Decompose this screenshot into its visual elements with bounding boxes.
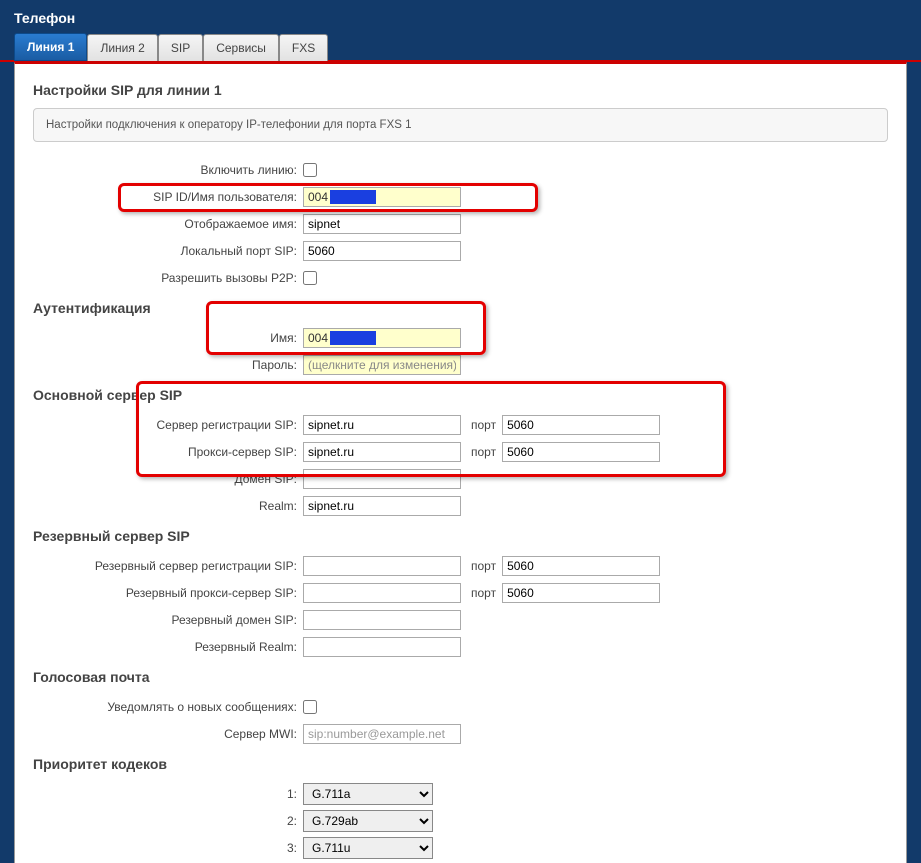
tab-line-2[interactable]: Линия 2 (87, 34, 157, 61)
primary-domain-label: Домен SIP: (33, 472, 303, 486)
sip-id-prefix: 004 (308, 190, 328, 204)
redaction-block (330, 331, 376, 345)
display-name-input[interactable] (303, 214, 461, 234)
display-name-label: Отображаемое имя: (33, 217, 303, 231)
info-box: Настройки подключения к оператору IP-тел… (33, 108, 888, 142)
primary-proxy-port-label: порт (471, 445, 496, 459)
backup-realm-label: Резервный Realm: (33, 640, 303, 654)
tab-services[interactable]: Сервисы (203, 34, 279, 61)
codec-2-label: 2: (33, 814, 303, 828)
primary-domain-input[interactable] (303, 469, 461, 489)
section-title-auth: Аутентификация (33, 300, 888, 316)
codec-3-select[interactable]: G.711u (303, 837, 433, 859)
local-port-label: Локальный порт SIP: (33, 244, 303, 258)
backup-proxy-label: Резервный прокси-сервер SIP: (33, 586, 303, 600)
auth-name-input[interactable]: 004 XXXXX 2 (303, 328, 461, 348)
allow-p2p-checkbox[interactable] (303, 271, 317, 285)
section-title-voicemail: Голосовая почта (33, 669, 888, 685)
codec-1-select[interactable]: G.711a (303, 783, 433, 805)
voicemail-notify-label: Уведомлять о новых сообщениях: (33, 700, 303, 714)
tab-line-1[interactable]: Линия 1 (14, 33, 87, 61)
backup-reg-port-input[interactable] (502, 556, 660, 576)
sip-id-input[interactable]: 004 XXXXX 2 (303, 187, 461, 207)
section-title-backup-server: Резервный сервер SIP (33, 528, 888, 544)
allow-p2p-label: Разрешить вызовы P2P: (33, 271, 303, 285)
primary-reg-server-input[interactable] (303, 415, 461, 435)
mwi-server-input[interactable] (303, 724, 461, 744)
backup-realm-input[interactable] (303, 637, 461, 657)
backup-domain-label: Резервный домен SIP: (33, 613, 303, 627)
auth-password-label: Пароль: (33, 358, 303, 372)
voicemail-notify-checkbox[interactable] (303, 700, 317, 714)
page-title: Телефон (0, 0, 921, 32)
codec-2-select[interactable]: G.729ab (303, 810, 433, 832)
backup-proxy-port-label: порт (471, 586, 496, 600)
primary-proxy-port-input[interactable] (502, 442, 660, 462)
auth-name-label: Имя: (33, 331, 303, 345)
backup-proxy-port-input[interactable] (502, 583, 660, 603)
primary-realm-input[interactable] (303, 496, 461, 516)
section-title-sip-settings: Настройки SIP для линии 1 (33, 82, 888, 98)
enable-line-checkbox[interactable] (303, 163, 317, 177)
primary-proxy-label: Прокси-сервер SIP: (33, 445, 303, 459)
primary-reg-server-label: Сервер регистрации SIP: (33, 418, 303, 432)
tab-fxs[interactable]: FXS (279, 34, 328, 61)
enable-line-label: Включить линию: (33, 163, 303, 177)
backup-reg-server-label: Резервный сервер регистрации SIP: (33, 559, 303, 573)
primary-reg-port-label: порт (471, 418, 496, 432)
sip-id-label: SIP ID/Имя пользователя: (33, 190, 303, 204)
backup-proxy-input[interactable] (303, 583, 461, 603)
auth-password-input[interactable] (303, 355, 461, 375)
primary-proxy-input[interactable] (303, 442, 461, 462)
section-title-primary-server: Основной сервер SIP (33, 387, 888, 403)
auth-name-prefix: 004 (308, 331, 328, 345)
codec-3-label: 3: (33, 841, 303, 855)
mwi-server-label: Сервер MWI: (33, 727, 303, 741)
section-title-codec: Приоритет кодеков (33, 756, 888, 772)
local-port-input[interactable] (303, 241, 461, 261)
tab-bar: Линия 1 Линия 2 SIP Сервисы FXS (0, 32, 921, 62)
primary-realm-label: Realm: (33, 499, 303, 513)
backup-reg-server-input[interactable] (303, 556, 461, 576)
settings-panel: Настройки SIP для линии 1 Настройки подк… (14, 62, 907, 863)
tab-sip[interactable]: SIP (158, 34, 203, 61)
redaction-block (330, 190, 376, 204)
backup-reg-port-label: порт (471, 559, 496, 573)
backup-domain-input[interactable] (303, 610, 461, 630)
codec-1-label: 1: (33, 787, 303, 801)
primary-reg-port-input[interactable] (502, 415, 660, 435)
